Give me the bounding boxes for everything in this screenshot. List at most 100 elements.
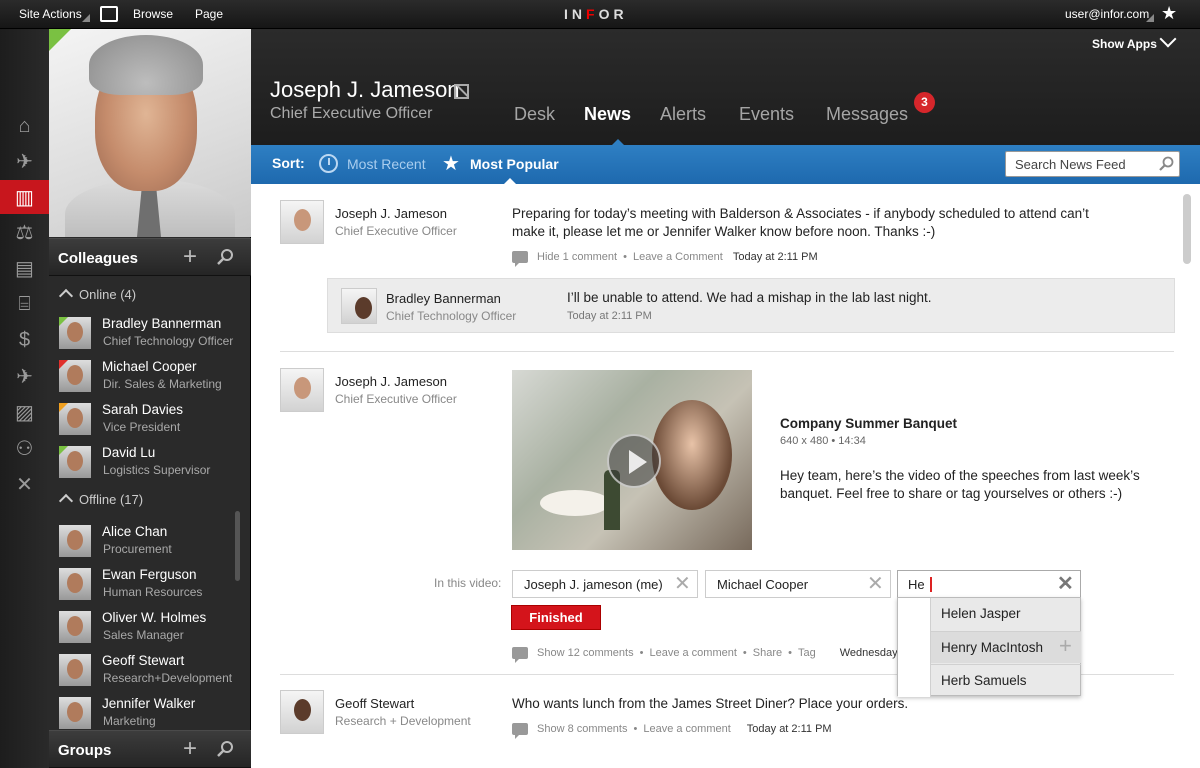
suggestion-item[interactable]: Helen Jasper	[931, 598, 1081, 630]
search-input[interactable]	[1006, 152, 1156, 176]
profile-photo[interactable]	[49, 29, 251, 237]
documents-icon[interactable]: ▤	[0, 251, 49, 285]
video-thumbnail[interactable]	[512, 370, 752, 550]
app-rail: ⌂ ✈ ▥ ⚖ ▤ ⌸ $ ✈ ▨ ⚇ ✕	[0, 29, 49, 768]
favorites-star-icon[interactable]: ★	[1161, 3, 1177, 24]
user-caret-icon	[1146, 14, 1154, 22]
tag-entry-field[interactable]: ✕	[897, 570, 1081, 598]
airplane-icon[interactable]: ✈	[0, 359, 49, 393]
video-tag[interactable]: Michael Cooper ✕	[705, 570, 891, 598]
new-window-icon[interactable]	[100, 6, 118, 22]
colleague-name: Ewan Ferguson	[102, 567, 197, 582]
tag-link[interactable]: Tag	[798, 647, 816, 659]
colleague-name: Jennifer Walker	[102, 696, 196, 711]
search-colleagues-icon[interactable]	[217, 248, 235, 266]
settings-tools-icon[interactable]: ✕	[0, 467, 49, 501]
video-description: Hey team, here’s the video of the speech…	[780, 467, 1170, 503]
colleague-name: Geoff Stewart	[102, 653, 185, 668]
clear-input-icon[interactable]: ✕	[1057, 573, 1074, 595]
sort-most-recent[interactable]: Most Recent	[347, 156, 426, 172]
infor-logo: INFOR	[564, 6, 628, 22]
sort-most-popular[interactable]: Most Popular	[470, 156, 559, 172]
avatar[interactable]	[280, 200, 324, 244]
tag-input[interactable]	[908, 575, 932, 593]
chevron-down-icon[interactable]	[1159, 30, 1177, 48]
play-icon[interactable]	[607, 434, 661, 488]
tab-events[interactable]: Events	[739, 104, 794, 125]
leave-comment-link[interactable]: Leave a Comment	[633, 251, 723, 263]
scales-icon[interactable]: ⚖	[0, 215, 49, 249]
post-timestamp: Wednesday	[839, 647, 898, 659]
edit-profile-icon[interactable]	[454, 84, 469, 99]
colleague-name: Michael Cooper	[102, 359, 197, 374]
tab-alerts[interactable]: Alerts	[660, 104, 706, 125]
leave-comment-link[interactable]: Leave a comment	[649, 647, 736, 659]
tab-messages[interactable]: Messages	[826, 104, 908, 125]
reply-author[interactable]: Bradley Bannerman	[386, 291, 501, 306]
colleague-item[interactable]: Alice Chan Procurement	[49, 521, 239, 564]
home-icon[interactable]: ⌂	[0, 109, 49, 143]
user-menu[interactable]: user@infor.com	[1065, 7, 1149, 21]
page-menu[interactable]: Page	[195, 7, 223, 21]
logo-part-in: IN	[564, 6, 586, 22]
tools-icon[interactable]: ✈	[0, 144, 49, 178]
show-comments-link[interactable]: Show 8 comments	[537, 723, 627, 735]
suggestion-item[interactable]: Henry MacIntosh +	[931, 631, 1081, 663]
video-title[interactable]: Company Summer Banquet	[780, 416, 957, 431]
finished-button[interactable]: Finished	[511, 605, 601, 630]
post-text: Who wants lunch from the James Street Di…	[512, 696, 909, 711]
search-icon[interactable]	[1159, 156, 1175, 172]
remove-tag-icon[interactable]: ✕	[867, 573, 884, 595]
add-group-icon[interactable]: +	[183, 737, 197, 761]
search-groups-icon[interactable]	[217, 740, 235, 758]
chart-icon[interactable]: ▨	[0, 395, 49, 429]
profile-header: Show Apps Joseph J. Jameson Chief Execut…	[251, 29, 1200, 145]
industry-icon[interactable]: ▥	[0, 180, 49, 214]
finance-icon[interactable]: $	[0, 323, 49, 357]
suggestion-item[interactable]: Herb Samuels	[931, 664, 1081, 696]
feed-scrollbar[interactable]	[1183, 194, 1191, 264]
colleagues-scrollbar[interactable]	[235, 511, 240, 581]
add-tag-icon[interactable]: +	[1059, 635, 1072, 657]
tab-news[interactable]: News	[584, 104, 631, 125]
post-author[interactable]: Joseph J. Jameson	[335, 374, 447, 389]
leave-comment-link[interactable]: Leave a comment	[643, 723, 730, 735]
online-group-label: Online (4)	[79, 287, 137, 302]
sort-bar: Sort: Most Recent ★ Most Popular	[251, 145, 1200, 185]
offline-group-label: Offline (17)	[79, 492, 144, 507]
post-timestamp: Today at 2:11 PM	[746, 723, 832, 735]
hide-comments-link[interactable]: Hide 1 comment	[537, 251, 617, 263]
left-column: Colleagues + Online (4) Bradley Bannerma…	[49, 29, 251, 768]
site-actions-menu[interactable]: Site Actions	[19, 7, 82, 21]
browse-menu[interactable]: Browse	[133, 7, 173, 21]
bank-icon[interactable]: ⌸	[0, 287, 49, 321]
people-icon[interactable]: ⚇	[0, 431, 49, 465]
post-author[interactable]: Geoff Stewart	[335, 696, 414, 711]
post-author[interactable]: Joseph J. Jameson	[335, 206, 447, 221]
add-colleague-icon[interactable]: +	[183, 245, 197, 269]
colleague-role: Human Resources	[103, 585, 203, 599]
photo-hair	[89, 35, 203, 95]
tab-desk[interactable]: Desk	[514, 104, 555, 125]
show-apps-button[interactable]: Show Apps	[1092, 37, 1157, 51]
avatar[interactable]	[341, 288, 377, 324]
colleague-item[interactable]: Oliver W. Holmes Sales Manager	[49, 607, 239, 650]
colleague-name: David Lu	[102, 445, 156, 460]
avatar[interactable]	[280, 368, 324, 412]
avatar[interactable]	[280, 690, 324, 734]
clock-icon[interactable]	[319, 154, 338, 173]
online-group-toggle[interactable]: Online (4)	[57, 287, 137, 304]
colleague-item[interactable]: Michael Cooper Dir. Sales & Marketing	[49, 356, 239, 399]
offline-group-toggle[interactable]: Offline (17)	[57, 492, 144, 509]
star-icon[interactable]: ★	[442, 151, 460, 176]
remove-tag-icon[interactable]: ✕	[674, 573, 691, 595]
share-link[interactable]: Share	[753, 647, 782, 659]
colleague-item[interactable]: Sarah Davies Vice President	[49, 399, 239, 442]
colleague-item[interactable]: Geoff Stewart Research+Development	[49, 650, 239, 693]
avatar	[59, 568, 91, 600]
colleague-item[interactable]: Bradley Bannerman Chief Technology Offic…	[49, 313, 239, 356]
colleague-item[interactable]: David Lu Logistics Supervisor	[49, 442, 239, 485]
show-comments-link[interactable]: Show 12 comments	[537, 647, 634, 659]
colleague-item[interactable]: Ewan Ferguson Human Resources	[49, 564, 239, 607]
video-tag[interactable]: Joseph J. jameson (me) ✕	[512, 570, 698, 598]
